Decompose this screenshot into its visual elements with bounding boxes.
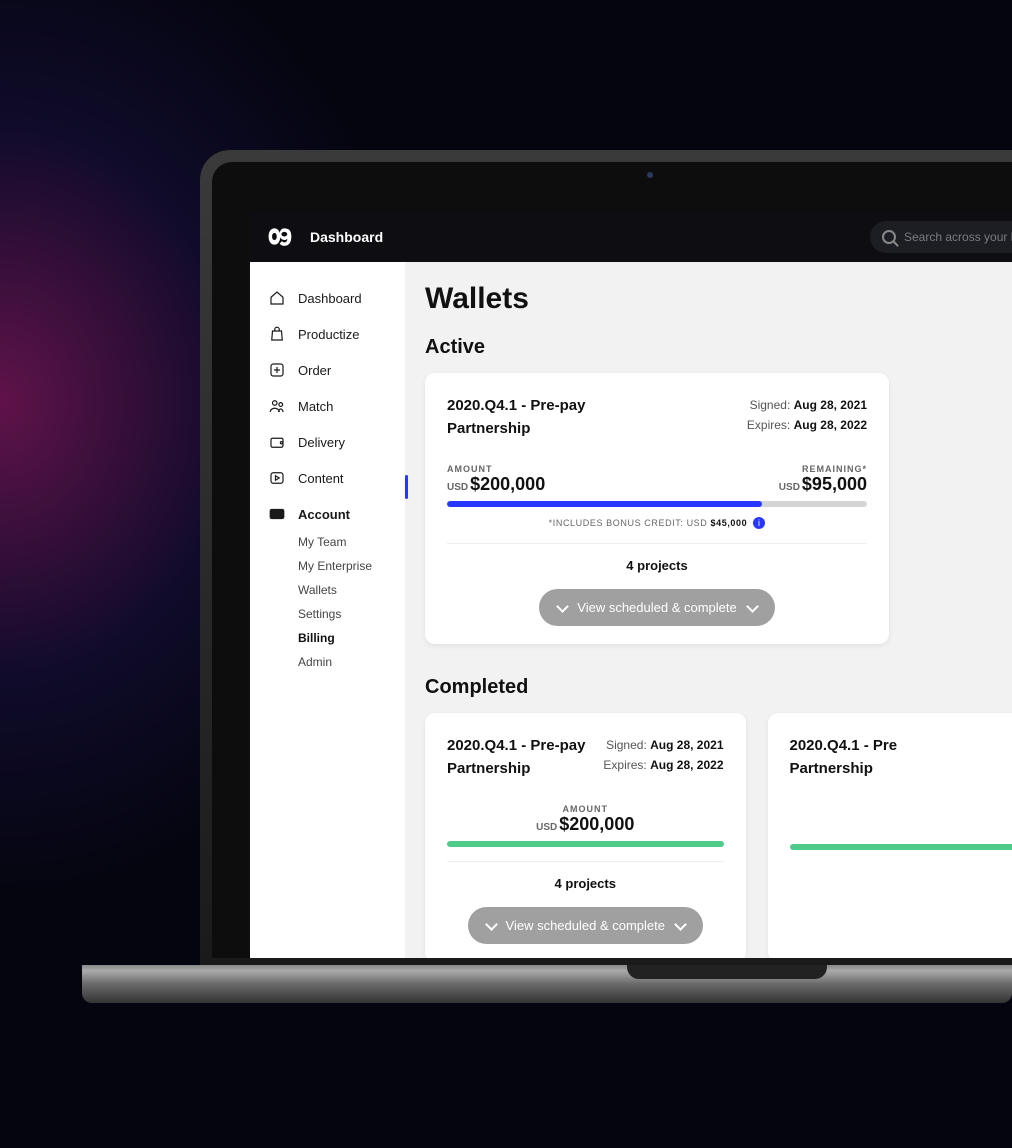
wallet-card-completed: 2020.Q4.1 - Pre-pay Partnership Signed: … [425, 713, 746, 958]
main-content: Wallets Active 2020.Q4.1 - Pre-pay Partn… [405, 262, 1012, 958]
sidebar-item-order[interactable]: Order [250, 352, 405, 388]
card-meta: Signed: Aug 28, 2021 Expires: Aug 28, 20… [747, 395, 867, 440]
section-completed-title: Completed [425, 676, 1012, 699]
card-title: 2020.Q4.1 - Pre-pay Partnership [447, 395, 585, 440]
card-title: 2020.Q4.1 - Pre-pay Partnership [447, 735, 585, 780]
info-icon[interactable]: i [753, 517, 765, 529]
bonus-credit-note: *Includes bonus credit: USD $45,000 i [447, 517, 867, 529]
plus-box-icon [268, 361, 286, 379]
topbar: Dashboard Search across your brand… [250, 212, 1012, 262]
amount-block: AMOUNT USD$200,000 [536, 804, 634, 835]
laptop-frame: Dashboard Search across your brand… Dash… [200, 150, 1012, 970]
sidebar-sub-billing[interactable]: Billing [298, 626, 405, 650]
progress-bar [447, 501, 867, 507]
bag-icon [268, 325, 286, 343]
sidebar-item-label: Delivery [298, 435, 345, 450]
topbar-title: Dashboard [310, 229, 383, 245]
projects-count: 4 projects [447, 876, 724, 891]
sidebar-item-label: Content [298, 471, 344, 486]
search-icon [882, 230, 896, 244]
sidebar-sub-settings[interactable]: Settings [298, 602, 405, 626]
card-title: 2020.Q4.1 - Pre Partnership [790, 735, 898, 780]
sidebar-item-delivery[interactable]: Delivery [250, 424, 405, 460]
home-icon [268, 289, 286, 307]
progress-fill [790, 844, 1012, 850]
sidebar-item-label: Order [298, 363, 331, 378]
box-open-icon [268, 433, 286, 451]
sidebar-sub-my-enterprise[interactable]: My Enterprise [298, 554, 405, 578]
section-active-title: Active [425, 336, 1012, 359]
sidebar-item-productize[interactable]: Productize [250, 316, 405, 352]
chevron-down-icon [557, 603, 567, 613]
sidebar-sub-my-team[interactable]: My Team [298, 530, 405, 554]
projects-count: 4 projects [447, 558, 867, 573]
view-scheduled-button[interactable]: View scheduled & complete [468, 907, 703, 944]
chevron-down-icon [675, 921, 685, 931]
progress-bar [447, 841, 724, 847]
search-input[interactable]: Search across your brand… [870, 221, 1012, 253]
progress-fill [447, 501, 762, 507]
play-box-icon [268, 469, 286, 487]
wallet-card-completed: 2020.Q4.1 - Pre Partnership [768, 713, 1012, 958]
card-meta: Signed: Aug 28, 2021 Expires: Aug 28, 20… [603, 735, 723, 780]
view-scheduled-button[interactable]: View scheduled & complete [539, 589, 774, 626]
sidebar-item-dashboard[interactable]: Dashboard [250, 280, 405, 316]
sidebar: Dashboard Productize Order [250, 262, 405, 958]
wallet-card-active: 2020.Q4.1 - Pre-pay Partnership Signed: … [425, 373, 889, 644]
camera-dot [647, 172, 653, 178]
sidebar-item-match[interactable]: Match [250, 388, 405, 424]
progress-bar [790, 844, 1012, 850]
people-icon [268, 397, 286, 415]
chevron-down-icon [486, 921, 496, 931]
sidebar-sub-admin[interactable]: Admin [298, 650, 405, 674]
page-title: Wallets [425, 282, 1012, 316]
laptop-base [82, 965, 1012, 1003]
logo-icon [268, 226, 296, 248]
sidebar-item-label: Match [298, 399, 333, 414]
progress-fill [447, 841, 724, 847]
sidebar-item-label: Productize [298, 327, 359, 342]
chevron-down-icon [747, 603, 757, 613]
sidebar-item-label: Dashboard [298, 291, 362, 306]
sidebar-item-account[interactable]: Account [250, 496, 405, 532]
sidebar-item-label: Account [298, 507, 350, 522]
remaining-block: REMAINING* USD$95,000 [779, 464, 867, 495]
sidebar-item-content[interactable]: Content [250, 460, 405, 496]
card-icon [268, 505, 286, 523]
sidebar-sub-wallets[interactable]: Wallets [298, 578, 405, 602]
app-window: Dashboard Search across your brand… Dash… [250, 212, 1012, 958]
search-placeholder: Search across your brand… [904, 230, 1012, 244]
amount-block: AMOUNT USD$200,000 [447, 464, 545, 495]
